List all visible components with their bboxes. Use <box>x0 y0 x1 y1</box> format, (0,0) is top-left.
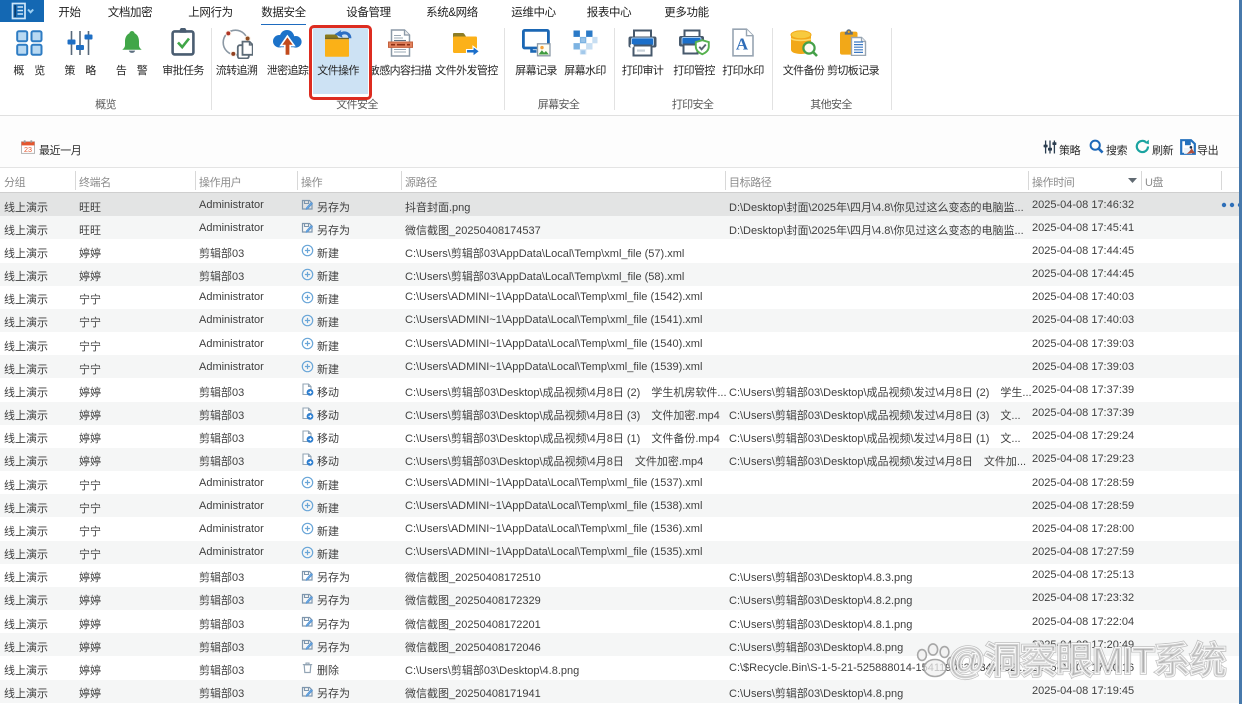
svg-text:23: 23 <box>24 145 32 154</box>
svg-text:A: A <box>736 35 749 54</box>
svg-text:@洞察眼MIT系统: @洞察眼MIT系统 <box>948 640 1226 681</box>
